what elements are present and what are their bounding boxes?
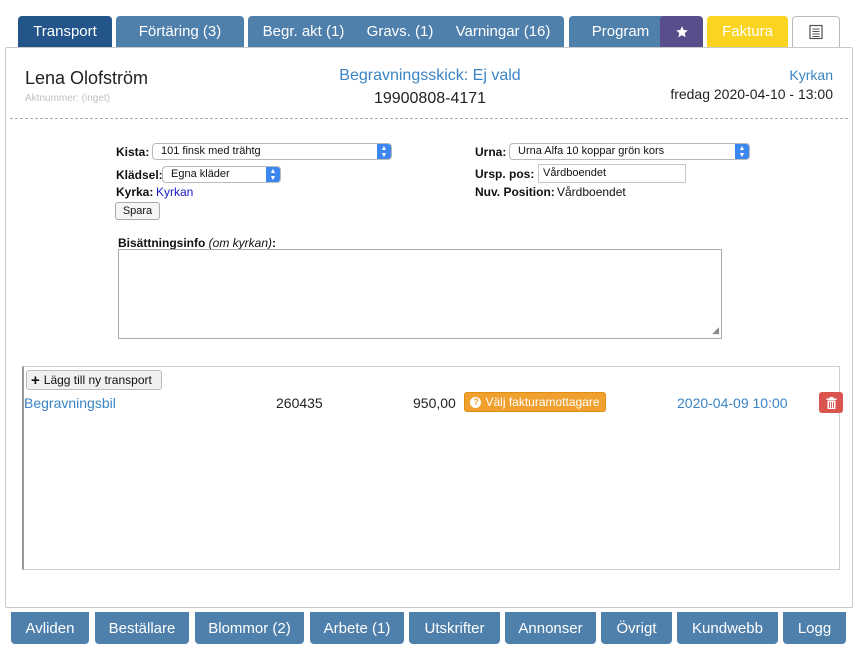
tab-label: Övrigt [616, 619, 657, 637]
tab-fortaring[interactable]: Förtäring (3) [116, 16, 244, 47]
tab-label: Logg [797, 619, 832, 637]
main-panel: Lena Olofström Aktnummer: (inget) Begrav… [5, 47, 853, 608]
tab-annonser[interactable]: Annonser [505, 612, 596, 644]
kladsel-select[interactable]: Egna kläder ▲ ▼ [162, 166, 281, 183]
kista-select[interactable]: 101 finsk med trähtg ▲ ▼ [152, 143, 392, 160]
transport-amount: 950,00 [413, 395, 456, 411]
tab-bestallare[interactable]: Beställare [95, 612, 189, 644]
tab-label: Blommor (2) [208, 619, 291, 637]
bisattning-textarea[interactable]: ◢ [118, 249, 722, 339]
tab-document[interactable] [792, 16, 840, 47]
tab-transport[interactable]: Transport [18, 16, 112, 47]
plus-icon: + [31, 371, 40, 389]
bisattning-label: Bisättningsinfo (om kyrkan): [118, 236, 276, 250]
resize-handle-icon[interactable]: ◢ [712, 325, 719, 336]
kyrka-value-link[interactable]: Kyrkan [156, 185, 193, 199]
transport-type-link[interactable]: Begravningsbil [24, 395, 116, 411]
transport-list: + Lägg till ny transport Begravningsbil … [22, 366, 843, 570]
kladsel-label: Klädsel: [116, 168, 163, 182]
kista-value: 101 finsk med trähtg [161, 145, 261, 157]
tab-label: Program [591, 23, 650, 40]
choose-invoice-recipient-button[interactable]: ? Välj fakturamottagare [464, 392, 606, 412]
question-circle-icon: ? [470, 396, 482, 408]
add-transport-button[interactable]: + Lägg till ny transport [26, 370, 162, 390]
tab-avliden[interactable]: Avliden [11, 612, 89, 644]
urna-select[interactable]: Urna Alfa 10 koppar grön kors ▲ ▼ [509, 143, 750, 160]
nuv-position-label: Nuv. Position: [475, 185, 555, 199]
kyrka-link[interactable]: Kyrkan [789, 67, 833, 83]
select-arrows-icon: ▲ ▼ [377, 144, 391, 159]
ursp-pos-label: Ursp. pos: [475, 167, 535, 181]
tab-label: Utskrifter [424, 619, 485, 637]
delete-transport-button[interactable] [819, 392, 843, 413]
tab-gravs[interactable]: Gravs. (1) [345, 16, 455, 47]
tab-utskrifter[interactable]: Utskrifter [409, 612, 500, 644]
add-transport-label: Lägg till ny transport [43, 373, 152, 387]
tab-label: Gravs. (1) [366, 23, 434, 40]
tab-label: Arbete (1) [323, 619, 391, 637]
tab-label: Faktura [722, 23, 773, 40]
kista-label: Kista: [116, 145, 150, 159]
kladsel-value: Egna kläder [171, 168, 230, 180]
select-arrows-icon: ▲ ▼ [266, 167, 280, 182]
kyrka-label: Kyrka: [116, 185, 154, 199]
spara-button[interactable]: Spara [115, 202, 160, 220]
invoice-button-label: Välj fakturamottagare [485, 395, 600, 409]
begravningsskick-link[interactable]: Begravningsskick: Ej vald [6, 67, 854, 85]
tab-label: Annonser [518, 619, 583, 637]
tab-program[interactable]: Program [569, 16, 672, 47]
tab-label: Varningar (16) [455, 23, 551, 40]
tab-label: Beställare [108, 619, 176, 637]
tab-label: Avliden [25, 619, 75, 637]
divider [10, 118, 848, 119]
tab-faktura[interactable]: Faktura [707, 16, 788, 47]
tab-favorite[interactable] [660, 16, 703, 47]
bisattning-label-sub: (om kyrkan) [208, 236, 273, 250]
bisattning-label-colon: : [272, 236, 277, 250]
tab-label: Transport [33, 23, 97, 40]
tab-label: Begr. akt (1) [262, 23, 345, 40]
transport-code: 260435 [276, 395, 323, 411]
tab-arbete[interactable]: Arbete (1) [310, 612, 404, 644]
ursp-pos-input[interactable]: Vårdboendet [538, 164, 686, 183]
trash-icon [826, 396, 836, 409]
tab-label: Kundwebb [692, 619, 763, 637]
tab-begr-akt[interactable]: Begr. akt (1) [248, 16, 359, 47]
tab-blommor[interactable]: Blommor (2) [195, 612, 304, 644]
nuv-position-value: Vårdboendet [557, 185, 626, 199]
begravningsskick-text[interactable]: Begravningsskick: Ej vald [339, 67, 520, 84]
tab-logg[interactable]: Logg [783, 612, 846, 644]
tab-varningar[interactable]: Varningar (16) [442, 16, 564, 47]
urna-label: Urna: [475, 145, 507, 159]
tab-label: Förtäring (3) [138, 23, 222, 40]
tab-ovrigt[interactable]: Övrigt [601, 612, 672, 644]
tab-kundwebb[interactable]: Kundwebb [677, 612, 778, 644]
star-icon [675, 25, 688, 37]
bisattning-label-main: Bisättningsinfo [118, 236, 206, 250]
transport-date-link[interactable]: 2020-04-09 10:00 [677, 395, 788, 411]
document-list-icon [809, 24, 823, 40]
ceremony-datetime: fredag 2020-04-10 - 13:00 [670, 86, 833, 102]
urna-value: Urna Alfa 10 koppar grön kors [518, 145, 665, 157]
select-arrows-icon: ▲ ▼ [735, 144, 749, 159]
